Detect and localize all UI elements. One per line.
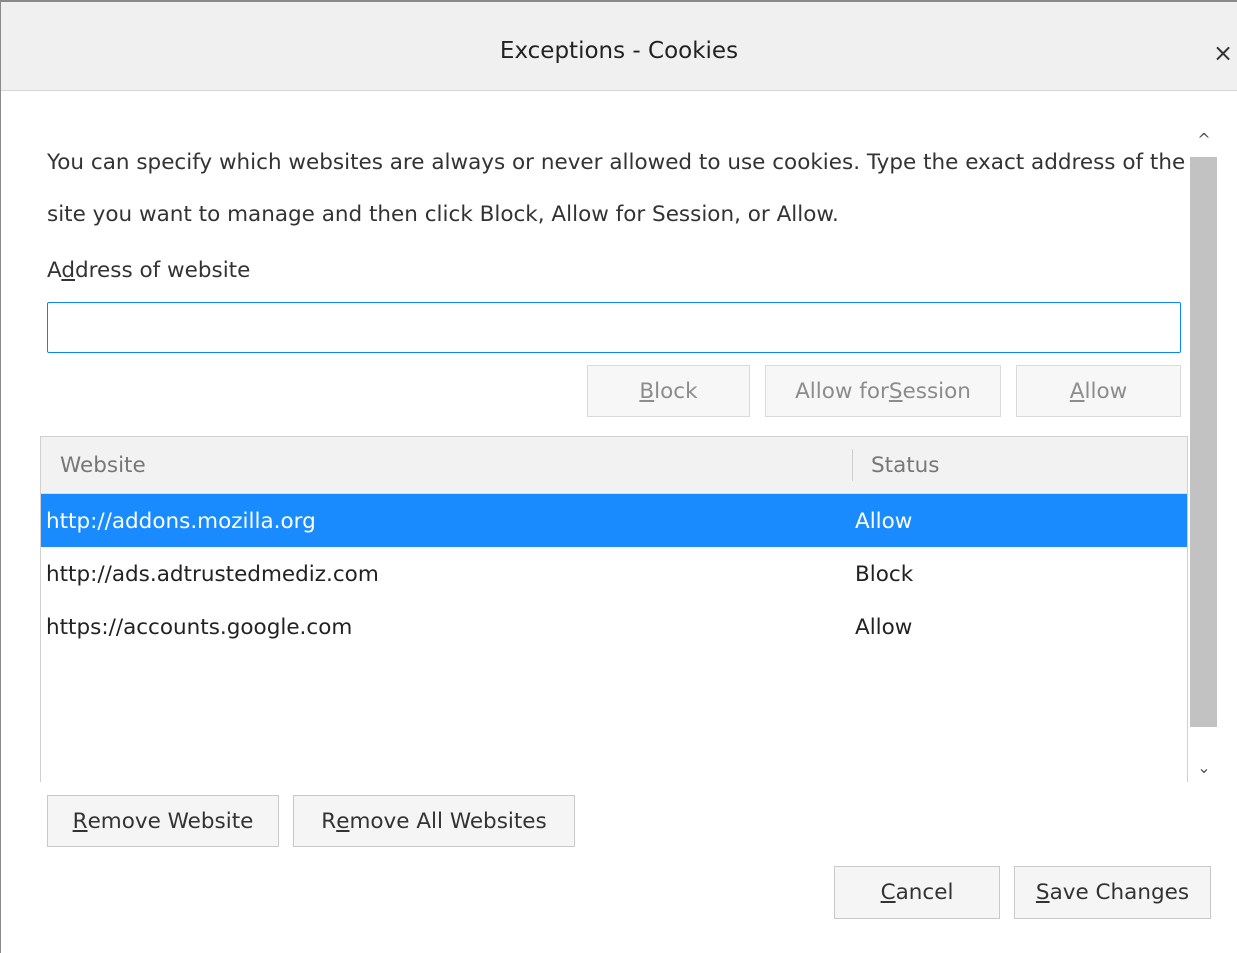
table-row[interactable]: http://ads.adtrustedmediz.com Block xyxy=(41,547,1187,600)
vertical-scrollbar[interactable]: ^ ⌄ xyxy=(1190,125,1218,785)
row-status: Allow xyxy=(855,509,913,534)
remove-all-label-rest: move All Websites xyxy=(349,808,547,834)
row-website: http://ads.adtrustedmediz.com xyxy=(46,562,379,587)
column-header-website[interactable]: Website xyxy=(60,437,146,493)
title-bar: Exceptions - Cookies × xyxy=(1,2,1237,91)
dialog-title: Exceptions - Cookies xyxy=(499,38,739,64)
remove-all-accesskey: e xyxy=(336,808,350,834)
table-header: Website Status xyxy=(41,437,1187,494)
save-label: ave Changes xyxy=(1049,880,1190,905)
table-row[interactable]: https://accounts.google.com Allow xyxy=(41,600,1187,653)
cancel-label: ancel xyxy=(895,880,954,905)
scrollbar-thumb[interactable] xyxy=(1190,157,1217,727)
websites-table: Website Status http://addons.mozilla.org… xyxy=(40,436,1188,782)
row-status: Block xyxy=(855,562,914,587)
cancel-accesskey: C xyxy=(880,880,896,905)
row-website: http://addons.mozilla.org xyxy=(46,509,316,534)
block-accesskey: B xyxy=(639,378,655,404)
close-icon[interactable]: × xyxy=(1211,38,1235,68)
exceptions-dialog: Exceptions - Cookies × You can specify w… xyxy=(0,0,1237,953)
address-label-part: dress of website xyxy=(75,258,251,283)
address-label-part: A xyxy=(47,258,62,283)
block-button[interactable]: Block xyxy=(587,365,750,417)
save-changes-button[interactable]: Save Changes xyxy=(1014,866,1211,919)
website-address-input[interactable] xyxy=(47,302,1181,353)
remove-accesskey: R xyxy=(72,808,88,834)
remove-label: emove Website xyxy=(87,808,254,834)
allow-button[interactable]: Allow xyxy=(1016,365,1181,417)
allow-label: llow xyxy=(1084,378,1128,404)
column-separator[interactable] xyxy=(852,449,853,481)
remove-all-label-pre: R xyxy=(321,808,337,834)
column-header-status[interactable]: Status xyxy=(871,437,940,493)
row-website: https://accounts.google.com xyxy=(46,615,353,640)
session-label-rest: ession xyxy=(902,378,971,404)
block-label: lock xyxy=(654,378,698,404)
session-label-pre: Allow for xyxy=(795,378,889,404)
scroll-down-icon[interactable]: ⌄ xyxy=(1190,753,1218,783)
cancel-button[interactable]: Cancel xyxy=(834,866,1000,919)
allow-for-session-button[interactable]: Allow for Session xyxy=(765,365,1001,417)
row-status: Allow xyxy=(855,615,913,640)
remove-website-button[interactable]: Remove Website xyxy=(47,795,279,847)
address-label-accesskey: d xyxy=(61,258,75,283)
session-accesskey: S xyxy=(888,378,903,404)
allow-accesskey: A xyxy=(1069,378,1085,404)
table-row[interactable]: http://addons.mozilla.org Allow xyxy=(41,494,1187,547)
description-text: You can specify which websites are alway… xyxy=(47,150,1186,227)
scroll-up-icon[interactable]: ^ xyxy=(1190,125,1218,155)
address-label: Address of website xyxy=(47,258,250,283)
save-accesskey: S xyxy=(1035,880,1050,905)
remove-all-websites-button[interactable]: Re move All Websites xyxy=(293,795,575,847)
